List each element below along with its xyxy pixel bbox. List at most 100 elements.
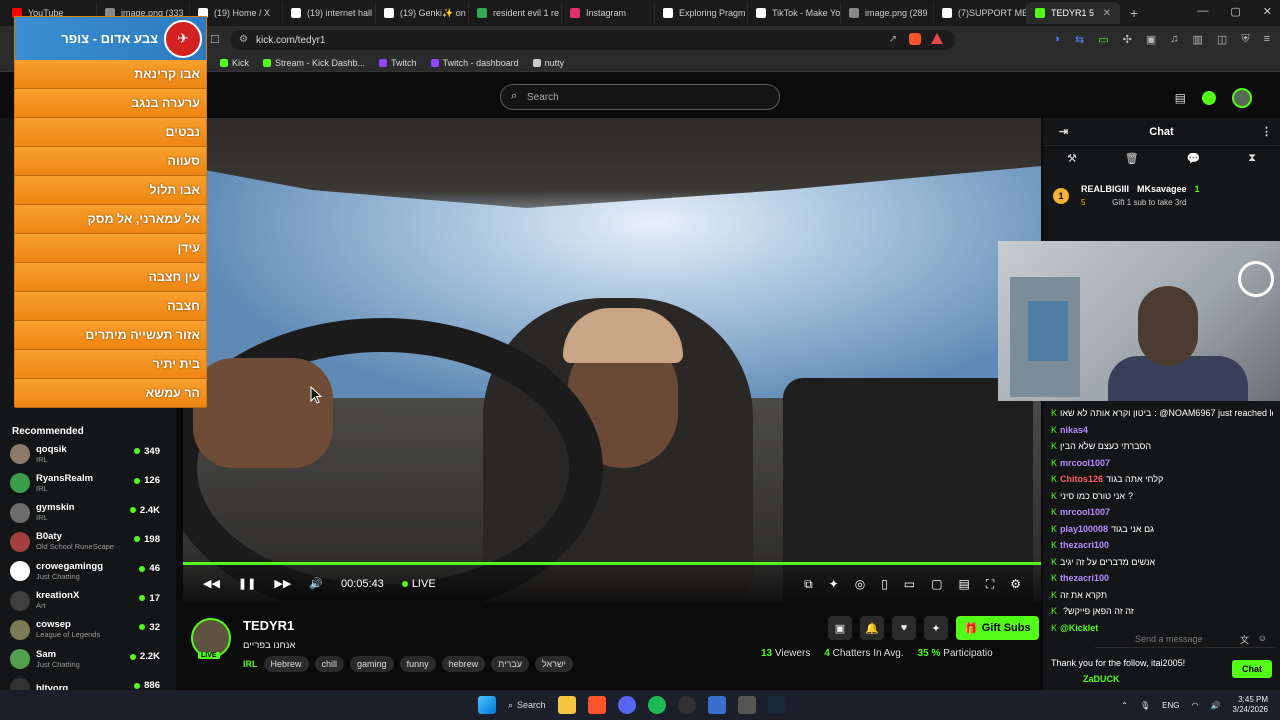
stream-tag[interactable]: hebrew <box>441 656 486 672</box>
chat-last-user[interactable]: ZaDUCK <box>1083 674 1120 684</box>
chat-username[interactable]: thezacri100 <box>1060 540 1109 550</box>
recommended-channel[interactable]: RyansRealm IRL 126 <box>10 469 160 497</box>
brave-rewards-icon[interactable] <box>931 33 943 44</box>
chat-menu-icon[interactable]: ⋮ <box>1261 125 1272 138</box>
streamer-name[interactable]: TEDYR1 <box>243 618 294 633</box>
follow-button[interactable]: ♥ <box>892 616 916 640</box>
language-indicator[interactable]: ENG <box>1162 701 1179 710</box>
obs-icon[interactable] <box>677 696 696 714</box>
collapse-chat-icon[interactable]: ⇥ <box>1059 125 1068 138</box>
gift-subs-button[interactable]: 🎁 Gift Subs <box>956 616 1039 640</box>
chat-username[interactable]: Chitos126 <box>1060 474 1103 484</box>
timer-icon[interactable]: ⧗ <box>1248 152 1256 174</box>
trash-icon[interactable]: 🗑 <box>1125 152 1139 174</box>
captions-icon[interactable]: ▤ <box>958 577 969 592</box>
theater-icon[interactable]: ▯ <box>881 577 888 592</box>
tray-chevron-icon[interactable]: ⌃ <box>1121 701 1128 710</box>
settings-icon[interactable]: ⚙ <box>1010 577 1021 592</box>
recommended-channel[interactable]: Sam Just Chatting 2.2K <box>10 645 160 673</box>
pip-icon[interactable]: ▭ <box>904 577 915 592</box>
new-tab-button[interactable]: + <box>1120 5 1148 21</box>
app-icon[interactable] <box>707 696 726 714</box>
forward-icon[interactable]: ▶▶ <box>274 577 291 590</box>
search-input[interactable]: ⌕ Search <box>500 84 780 110</box>
leader-user[interactable]: REALBIGIII <box>1081 184 1129 194</box>
category-link[interactable]: IRL <box>243 659 258 669</box>
stream-tag[interactable]: funny <box>399 656 436 672</box>
extension-icon[interactable]: ▣ <box>1146 33 1156 46</box>
kick-logo-icon[interactable] <box>1202 91 1216 105</box>
minimize-icon[interactable]: — <box>1197 5 1208 18</box>
recommended-channel[interactable]: kreationX Art 17 <box>10 587 160 615</box>
browse-icon[interactable]: ▤ <box>1175 91 1186 105</box>
recommended-channel[interactable]: crowegamingg Just Chatting 46 <box>10 557 160 585</box>
cast-icon[interactable]: ▢ <box>931 577 942 592</box>
maximize-icon[interactable]: ▢ <box>1230 5 1240 18</box>
chat-bubble-icon[interactable]: 💬 <box>1187 152 1201 174</box>
chat-username[interactable]: play100008 <box>1060 524 1108 534</box>
bookmark-item[interactable]: nutty <box>532 58 564 68</box>
rewind-icon[interactable]: ◀◀ <box>203 577 220 590</box>
chat-send-button[interactable]: Chat <box>1232 660 1272 678</box>
translate-icon[interactable]: 文 <box>1240 633 1249 646</box>
stream-tag[interactable]: chill <box>314 656 345 672</box>
vpn-icon[interactable]: ⛨ <box>1241 33 1249 46</box>
browser-tab[interactable]: (19) internet hall <box>283 2 376 24</box>
recommended-channel[interactable]: qoqsik IRL 349 <box>10 440 160 468</box>
sparkle-icon[interactable]: ✦ <box>829 577 839 592</box>
chat-username[interactable]: nikas4 <box>1060 425 1088 435</box>
menu-icon[interactable]: ≡ <box>1264 33 1270 46</box>
stream-tag[interactable]: gaming <box>350 656 394 672</box>
theater-mode-button[interactable]: ▣ <box>828 616 852 640</box>
video-player[interactable]: ◀◀ ❚❚ ▶▶ 🔊 00:05:43 LIVE ⧉ ✦ ◎ ▯ ▭ ▢ ▤ ⛶… <box>183 118 1041 602</box>
site-info-icon[interactable]: ⚙ <box>239 34 248 45</box>
taskbar-clock[interactable]: 3:45 PM 3/24/2026 <box>1232 695 1268 715</box>
bookmark-item[interactable]: Stream - Kick Dashb... <box>263 58 365 68</box>
browser-tab[interactable]: resident evil 1 re <box>469 2 562 24</box>
leader-user[interactable]: MKsavagee <box>1137 184 1187 194</box>
volume-icon[interactable]: 🔊 <box>309 577 323 590</box>
brave-shield-icon[interactable] <box>909 33 921 45</box>
sidebar-icon[interactable]: ▥ <box>1193 33 1203 46</box>
wallet-icon[interactable]: ◫ <box>1217 33 1227 46</box>
notifications-button[interactable]: 🔔 <box>860 616 884 640</box>
wifi-icon[interactable]: ◠ <box>1191 701 1198 710</box>
browser-tab[interactable]: TEDYR1 5 ✕ <box>1027 2 1120 24</box>
mod-hammer-icon[interactable]: ⚒ <box>1067 152 1077 174</box>
chat-username[interactable]: mrcool1007 <box>1060 458 1110 468</box>
browser-tab[interactable]: Exploring Pragm <box>655 2 748 24</box>
stream-tag[interactable]: Hebrew <box>263 656 309 672</box>
stream-tag[interactable]: ישראל <box>534 656 573 672</box>
close-tab-icon[interactable]: ✕ <box>1103 8 1111 19</box>
clip-icon[interactable]: ⧉ <box>804 577 813 592</box>
chat-input[interactable]: Send a message 文 ☺ <box>1095 630 1275 648</box>
recommended-channel[interactable]: cowsep League of Legends 32 <box>10 616 160 644</box>
boost-button[interactable]: ✦ <box>924 616 948 640</box>
extension-icon[interactable]: ⇆ <box>1075 33 1084 46</box>
bookmark-item[interactable]: Twitch - dashboard <box>430 58 519 68</box>
app-icon[interactable] <box>737 696 756 714</box>
recommended-channel[interactable]: B0aty Old School RuneScape 198 <box>10 528 160 556</box>
browser-tab[interactable]: Instagram <box>562 2 655 24</box>
browser-tab[interactable]: (7)SUPPORT ME <box>934 2 1027 24</box>
windows-start-icon[interactable] <box>478 696 496 714</box>
progress-bar[interactable] <box>183 562 1041 565</box>
brave-icon[interactable] <box>587 696 606 714</box>
taskbar-search[interactable]: ⌕ Search <box>508 700 546 711</box>
volume-icon[interactable]: 🔊 <box>1210 701 1220 710</box>
steam-icon[interactable] <box>767 696 786 714</box>
file-explorer-icon[interactable] <box>557 696 576 714</box>
browser-tab[interactable]: image.png (289 <box>841 2 934 24</box>
microphone-icon[interactable]: 🎙 <box>1140 701 1150 710</box>
discord-icon[interactable] <box>617 696 636 714</box>
bookmark-item[interactable]: Kick <box>220 58 249 68</box>
share-icon[interactable]: ↗ <box>889 34 897 45</box>
pause-icon[interactable]: ❚❚ <box>238 577 256 590</box>
recommended-channel[interactable]: gymskin IRL 2.4K <box>10 499 160 527</box>
extension-icon[interactable]: ▭ <box>1098 33 1108 46</box>
chat-username[interactable]: @Kicklet <box>1060 623 1098 633</box>
media-icon[interactable]: ♫ <box>1170 33 1178 46</box>
chat-username[interactable]: thezacri100 <box>1060 573 1109 583</box>
spotify-icon[interactable] <box>647 696 666 714</box>
close-icon[interactable]: ✕ <box>1263 5 1272 18</box>
